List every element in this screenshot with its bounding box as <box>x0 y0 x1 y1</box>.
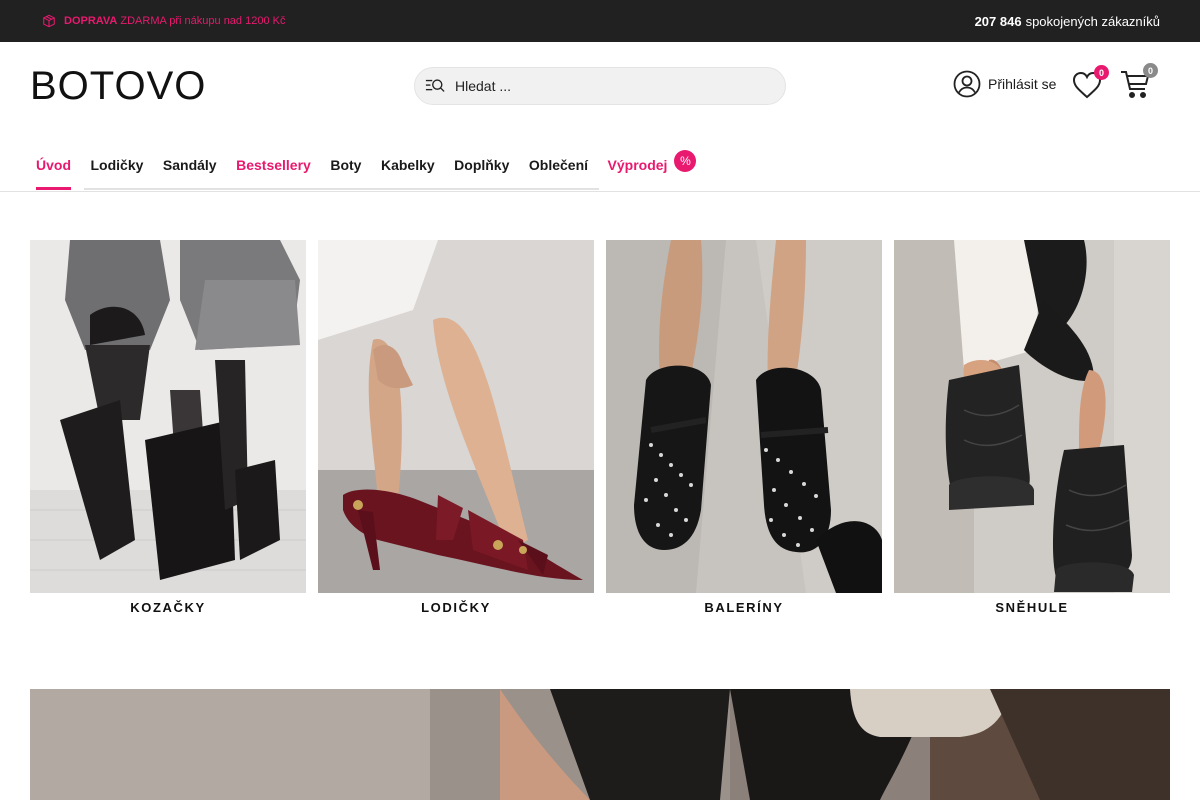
category-image-kozacky <box>30 240 306 593</box>
nav-item-obleceni[interactable]: Oblečení <box>529 143 588 187</box>
category-image-baleriny <box>606 240 882 593</box>
search-menu-icon[interactable] <box>425 76 445 96</box>
category-image-lodicky <box>318 240 594 593</box>
nav-item-boty[interactable]: Boty <box>330 143 361 187</box>
nav-item-lodicky[interactable]: Lodičky <box>91 143 144 187</box>
category-label-kozacky: KOZAČKY <box>30 593 306 621</box>
customers-count: 207 846 spokojených zákazníků <box>975 14 1160 29</box>
category-tile-snehule[interactable]: SNĚHULE <box>894 240 1170 621</box>
cart-button[interactable]: 0 <box>1119 63 1158 100</box>
nav-item-vyprodej-label: Výprodej <box>607 157 668 173</box>
category-tile-baleriny[interactable]: BALERÍNY <box>606 240 882 621</box>
search-input[interactable] <box>455 78 755 94</box>
login-label: Přihlásit se <box>988 76 1057 92</box>
nav-item-kabelky[interactable]: Kabelky <box>381 143 435 187</box>
site-logo[interactable]: BOTOVO <box>30 66 206 106</box>
package-icon <box>43 14 55 28</box>
sale-percent-badge: % <box>674 150 697 172</box>
customers-number: 207 846 <box>974 13 1022 29</box>
category-label-baleriny: BALERÍNY <box>606 593 882 621</box>
promo-banner-image[interactable] <box>30 689 1170 800</box>
category-label-snehule: SNĚHULE <box>894 593 1170 621</box>
main-navigation: Úvod Lodičky Sandály Bestsellery Boty Ka… <box>0 140 1200 192</box>
category-image-snehule <box>894 240 1170 593</box>
login-button[interactable]: Přihlásit se <box>952 69 1056 99</box>
nav-item-sandaly[interactable]: Sandály <box>163 143 217 187</box>
promo-text: ZDARMA při nákupu nad 1200 Kč <box>120 15 286 27</box>
category-tile-kozacky[interactable]: KOZAČKY <box>30 240 306 621</box>
wishlist-button[interactable]: 0 <box>1071 65 1109 100</box>
nav-item-doplnky[interactable]: Doplňky <box>454 143 509 187</box>
top-bar: DOPRAVA ZDARMA při nákupu nad 1200 Kč 20… <box>0 0 1200 42</box>
wishlist-count-badge: 0 <box>1094 65 1109 80</box>
customers-label: spokojených zákazníků <box>1025 13 1160 29</box>
shipping-promo[interactable]: DOPRAVA ZDARMA při nákupu nad 1200 Kč <box>42 14 285 28</box>
cart-count-badge: 0 <box>1143 63 1158 78</box>
nav-item-bestsellery[interactable]: Bestsellery <box>236 143 311 187</box>
user-icon <box>953 70 981 98</box>
search-bar[interactable] <box>414 67 786 105</box>
nav-item-vyprodej[interactable]: Výprodej % <box>608 143 697 187</box>
category-label-lodicky: LODIČKY <box>318 593 594 621</box>
promo-bold-text: DOPRAVA <box>64 15 118 27</box>
category-grid: KOZAČKY LODIČKY BALERÍNY SNĚHULE <box>30 240 1170 630</box>
nav-item-uvod[interactable]: Úvod <box>36 143 71 190</box>
category-tile-lodicky[interactable]: LODIČKY <box>318 240 594 621</box>
